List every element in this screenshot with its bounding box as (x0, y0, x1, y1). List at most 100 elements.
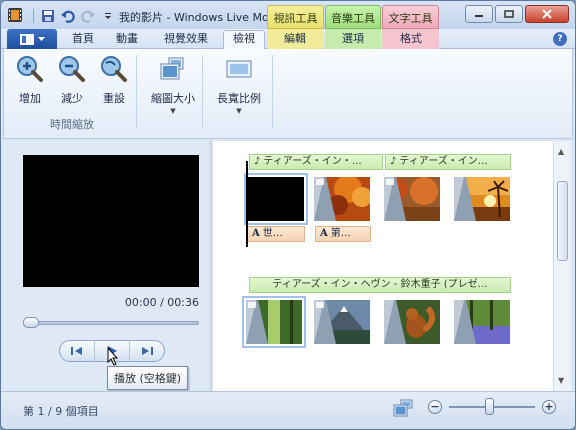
zoom-in-icon[interactable]: + (542, 400, 556, 414)
minimize-icon (475, 15, 483, 17)
caption-clip-1[interactable]: A 世… (247, 226, 305, 242)
storyboard-clip-3[interactable] (384, 177, 440, 221)
storyboard-clip-7[interactable] (384, 300, 440, 344)
storyboard-clip-2[interactable] (314, 175, 372, 221)
tab-animations[interactable]: 動畫 (109, 31, 145, 49)
app-menu-icon (19, 33, 34, 45)
tab-home[interactable]: 首頁 (65, 31, 101, 49)
application-menu-button[interactable] (7, 29, 57, 49)
tab-visual-effects[interactable]: 視覺效果 (157, 31, 215, 49)
music-clip-3-label: ティアーズ・イン・ヘヴン - 鈴木重子 (プレゼ… (272, 279, 488, 290)
music-clip-3[interactable]: ティアーズ・イン・ヘヴン - 鈴木重子 (プレゼ… (249, 277, 511, 293)
window-controls (465, 5, 569, 23)
zoom-slider-thumb[interactable] (485, 398, 494, 415)
forest-path-thumbnail (246, 300, 302, 344)
app-film-icon (8, 8, 22, 22)
previous-frame-button[interactable] (60, 341, 95, 361)
undo-icon[interactable] (60, 8, 76, 24)
zoom-out-button[interactable]: 減少 (54, 53, 90, 106)
thumbnail-size-status-icon[interactable] (393, 399, 413, 417)
storyboard-clip-4[interactable] (454, 177, 510, 221)
minimize-button[interactable] (465, 5, 493, 23)
black-title-thumbnail (248, 177, 304, 221)
redo-icon[interactable] (80, 8, 96, 24)
quick-access-toolbar (31, 8, 116, 24)
next-frame-button[interactable] (130, 341, 164, 361)
close-icon (542, 9, 552, 19)
autumn-trees-thumbnail (384, 177, 440, 221)
scroll-up-icon[interactable]: ▲ (558, 147, 564, 156)
playback-time: 00:00 / 00:36 (124, 296, 199, 309)
zoom-in-label: 增加 (19, 92, 41, 105)
aspect-ratio-button[interactable]: 長寬比例 ▼ (214, 53, 264, 115)
thumbnail-size-group: 縮圖大小 ▼ (140, 53, 202, 135)
storyboard-clip-8[interactable] (454, 300, 510, 344)
thumbnail-size-icon (160, 57, 184, 80)
save-icon[interactable] (40, 8, 56, 24)
thumbnail-size-dropdown-icon: ▼ (170, 107, 176, 115)
ribbon-view: 增加 減少 重設 時間縮放 縮圖大小 ▼ 長寬比例 ▼ (3, 49, 573, 139)
timeline-zoom-group: 增加 減少 重設 時間縮放 (8, 53, 136, 135)
storyboard-clip-5[interactable] (242, 296, 306, 348)
context-tab-music-tools: 音樂工具 (325, 5, 381, 29)
zoom-in-button[interactable]: 增加 (12, 53, 48, 106)
aspect-ratio-group: 長寬比例 ▼ (206, 53, 272, 135)
scroll-down-icon[interactable]: ▼ (558, 376, 564, 385)
timeline-zoom-group-label: 時間縮放 (50, 118, 94, 131)
caption-clip-2-label: 第… (330, 228, 351, 239)
play-tooltip: 播放 (空格鍵) (107, 366, 189, 390)
thumbnail-size-label: 縮圖大小 (151, 92, 195, 105)
zoom-reset-label: 重設 (103, 92, 125, 105)
maximize-button[interactable] (495, 5, 523, 23)
next-frame-icon (142, 347, 153, 355)
bluebell-forest-thumbnail (454, 300, 510, 344)
qat-separator (33, 9, 34, 23)
zoom-reset-button[interactable]: 重設 (96, 53, 132, 106)
seek-bar-thumb[interactable] (23, 317, 39, 328)
ribbon-tab-bar: 首頁 動畫 視覺效果 檢視 編輯 選項 格式 ? (1, 29, 575, 50)
text-caption-icon: A (320, 228, 328, 239)
squirrel-thumbnail (384, 300, 440, 344)
ribbon-separator (202, 55, 203, 129)
text-caption-icon: A (252, 228, 260, 239)
music-note-icon: ♪ (254, 156, 261, 167)
scrollbar-thumb[interactable] (557, 181, 568, 261)
zoom-out-magnifier-icon (59, 56, 85, 82)
customize-qat-chevron-icon[interactable] (100, 8, 116, 24)
seek-bar-track[interactable] (23, 321, 199, 325)
help-icon[interactable]: ? (553, 32, 567, 46)
caption-clip-1-label: 世… (262, 228, 283, 239)
music-note-icon: ♪ (390, 156, 397, 167)
ribbon-separator (136, 55, 137, 129)
storyboard-scrollbar[interactable]: ▲ ▼ (553, 141, 571, 391)
aspect-ratio-label: 長寬比例 (217, 92, 261, 105)
window-title: 我的影片 - Windows Live Mo... (119, 11, 269, 24)
context-tab-video-tools: 視訊工具 (267, 5, 324, 29)
storyboard-clip-6[interactable] (314, 300, 370, 344)
chevron-down-icon (37, 36, 45, 41)
tab-format[interactable]: 格式 (389, 31, 433, 49)
maximize-icon (504, 10, 514, 18)
music-clip-2[interactable]: ♪ ティアーズ・イン… (385, 154, 511, 170)
aspect-ratio-icon (226, 60, 252, 78)
tab-options[interactable]: 選項 (331, 31, 375, 49)
video-preview-monitor[interactable] (23, 155, 199, 287)
mouse-cursor-icon (107, 347, 119, 366)
timeline-playhead[interactable] (246, 161, 248, 247)
close-button[interactable] (525, 5, 569, 23)
context-tab-text-tools: 文字工具 (382, 5, 439, 29)
zoom-out-icon[interactable]: − (428, 400, 442, 414)
storyboard-clip-1[interactable] (244, 173, 308, 225)
item-count-status: 第 1 / 9 個項目 (23, 405, 99, 418)
mountain-lake-thumbnail (314, 300, 370, 344)
status-bar: 第 1 / 9 個項目 − + (1, 391, 575, 429)
thumbnail-size-button[interactable]: 縮圖大小 ▼ (148, 53, 198, 115)
storyboard-pane: ♪ ティアーズ・イン・… ♪ ティアーズ・イン… A 世… A 第… ティアーズ… (213, 141, 553, 391)
tab-view[interactable]: 檢視 (223, 30, 265, 50)
zoom-reset-magnifier-icon (101, 56, 127, 82)
autumn-forest-thumbnail (314, 175, 372, 221)
tab-edit[interactable]: 編輯 (273, 31, 317, 49)
sunset-palm-thumbnail (454, 177, 510, 221)
caption-clip-2[interactable]: A 第… (315, 226, 371, 242)
music-clip-1[interactable]: ♪ ティアーズ・イン・… (249, 154, 383, 170)
